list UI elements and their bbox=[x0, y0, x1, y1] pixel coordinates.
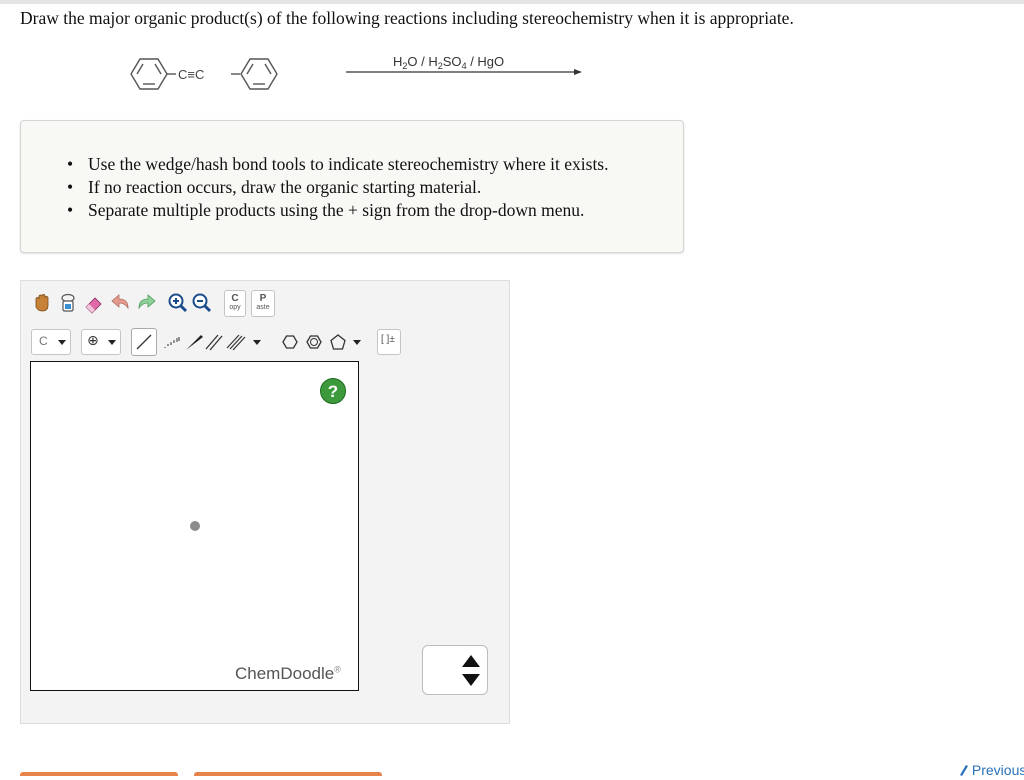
reagents-label: H2O / H2SO4 / HgO bbox=[393, 54, 504, 71]
atom-selector[interactable]: C bbox=[31, 329, 71, 355]
chemdoodle-brand: ChemDoodle® bbox=[235, 664, 341, 683]
top-divider bbox=[0, 0, 1024, 4]
bottom-button-2[interactable] bbox=[194, 772, 382, 776]
canvas-point bbox=[190, 521, 200, 531]
chemdoodle-editor: C opy P aste C ⊕ []± ? ChemDoodle® bbox=[20, 280, 510, 724]
cyclopentane-icon[interactable] bbox=[327, 331, 349, 353]
lasso-icon[interactable] bbox=[57, 292, 79, 314]
wedge-bond-icon[interactable] bbox=[183, 331, 205, 353]
undo-icon[interactable] bbox=[110, 292, 132, 314]
eraser-icon[interactable] bbox=[83, 292, 105, 314]
instruction-item: • Separate multiple products using the + … bbox=[67, 200, 585, 220]
cyclohexane-icon[interactable] bbox=[279, 331, 301, 353]
single-bond-icon bbox=[136, 334, 152, 350]
bracket-icon: [ ]± bbox=[381, 334, 395, 345]
hand-icon[interactable] bbox=[31, 292, 53, 314]
instruction-item: • Use the wedge/hash bond tools to indica… bbox=[67, 154, 609, 174]
zoom-in-icon[interactable] bbox=[167, 292, 189, 314]
arrow-down-icon[interactable] bbox=[461, 673, 481, 687]
alkyne-label: C≡C bbox=[178, 67, 204, 82]
help-button[interactable]: ? bbox=[320, 378, 346, 404]
instructions-box: • Use the wedge/hash bond tools to indica… bbox=[20, 120, 684, 253]
paste-button[interactable]: P aste bbox=[251, 290, 275, 317]
atom-label: C bbox=[39, 334, 48, 348]
single-bond-tool[interactable] bbox=[131, 328, 157, 356]
chevron-down-icon bbox=[58, 340, 66, 345]
instructions-list: • Use the wedge/hash bond tools to indica… bbox=[67, 153, 609, 222]
arrow-up-icon[interactable] bbox=[461, 654, 481, 668]
benzene-icon[interactable] bbox=[303, 331, 325, 353]
charge-icon: ⊕ bbox=[87, 333, 99, 349]
bond-dropdown-chevron-icon[interactable] bbox=[253, 340, 261, 346]
reaction-scheme: C≡C H2O / H2SO4 / HgO bbox=[130, 54, 582, 90]
benzene-ring-right bbox=[240, 58, 278, 90]
hashed-bond-icon[interactable] bbox=[161, 331, 183, 353]
drawing-canvas[interactable]: ? ChemDoodle® bbox=[30, 361, 359, 691]
chevron-down-icon bbox=[108, 340, 116, 345]
bracket-tool[interactable]: [ ]± bbox=[377, 329, 401, 355]
bottom-button-1[interactable] bbox=[20, 772, 178, 776]
charge-selector[interactable]: ⊕ bbox=[81, 329, 121, 355]
question-text: Draw the major organic product(s) of the… bbox=[20, 8, 794, 28]
triple-bond-icon[interactable] bbox=[225, 331, 247, 353]
zoom-out-icon[interactable] bbox=[191, 292, 213, 314]
resize-stepper[interactable] bbox=[422, 645, 488, 695]
double-bond-icon[interactable] bbox=[203, 331, 225, 353]
redo-icon[interactable] bbox=[135, 292, 157, 314]
copy-button[interactable]: C opy bbox=[224, 290, 246, 317]
instruction-item: • If no reaction occurs, draw the organic… bbox=[67, 177, 482, 197]
ring-dropdown-chevron-icon[interactable] bbox=[353, 340, 361, 346]
pencil-icon bbox=[958, 763, 968, 777]
benzene-ring-left bbox=[130, 58, 168, 90]
